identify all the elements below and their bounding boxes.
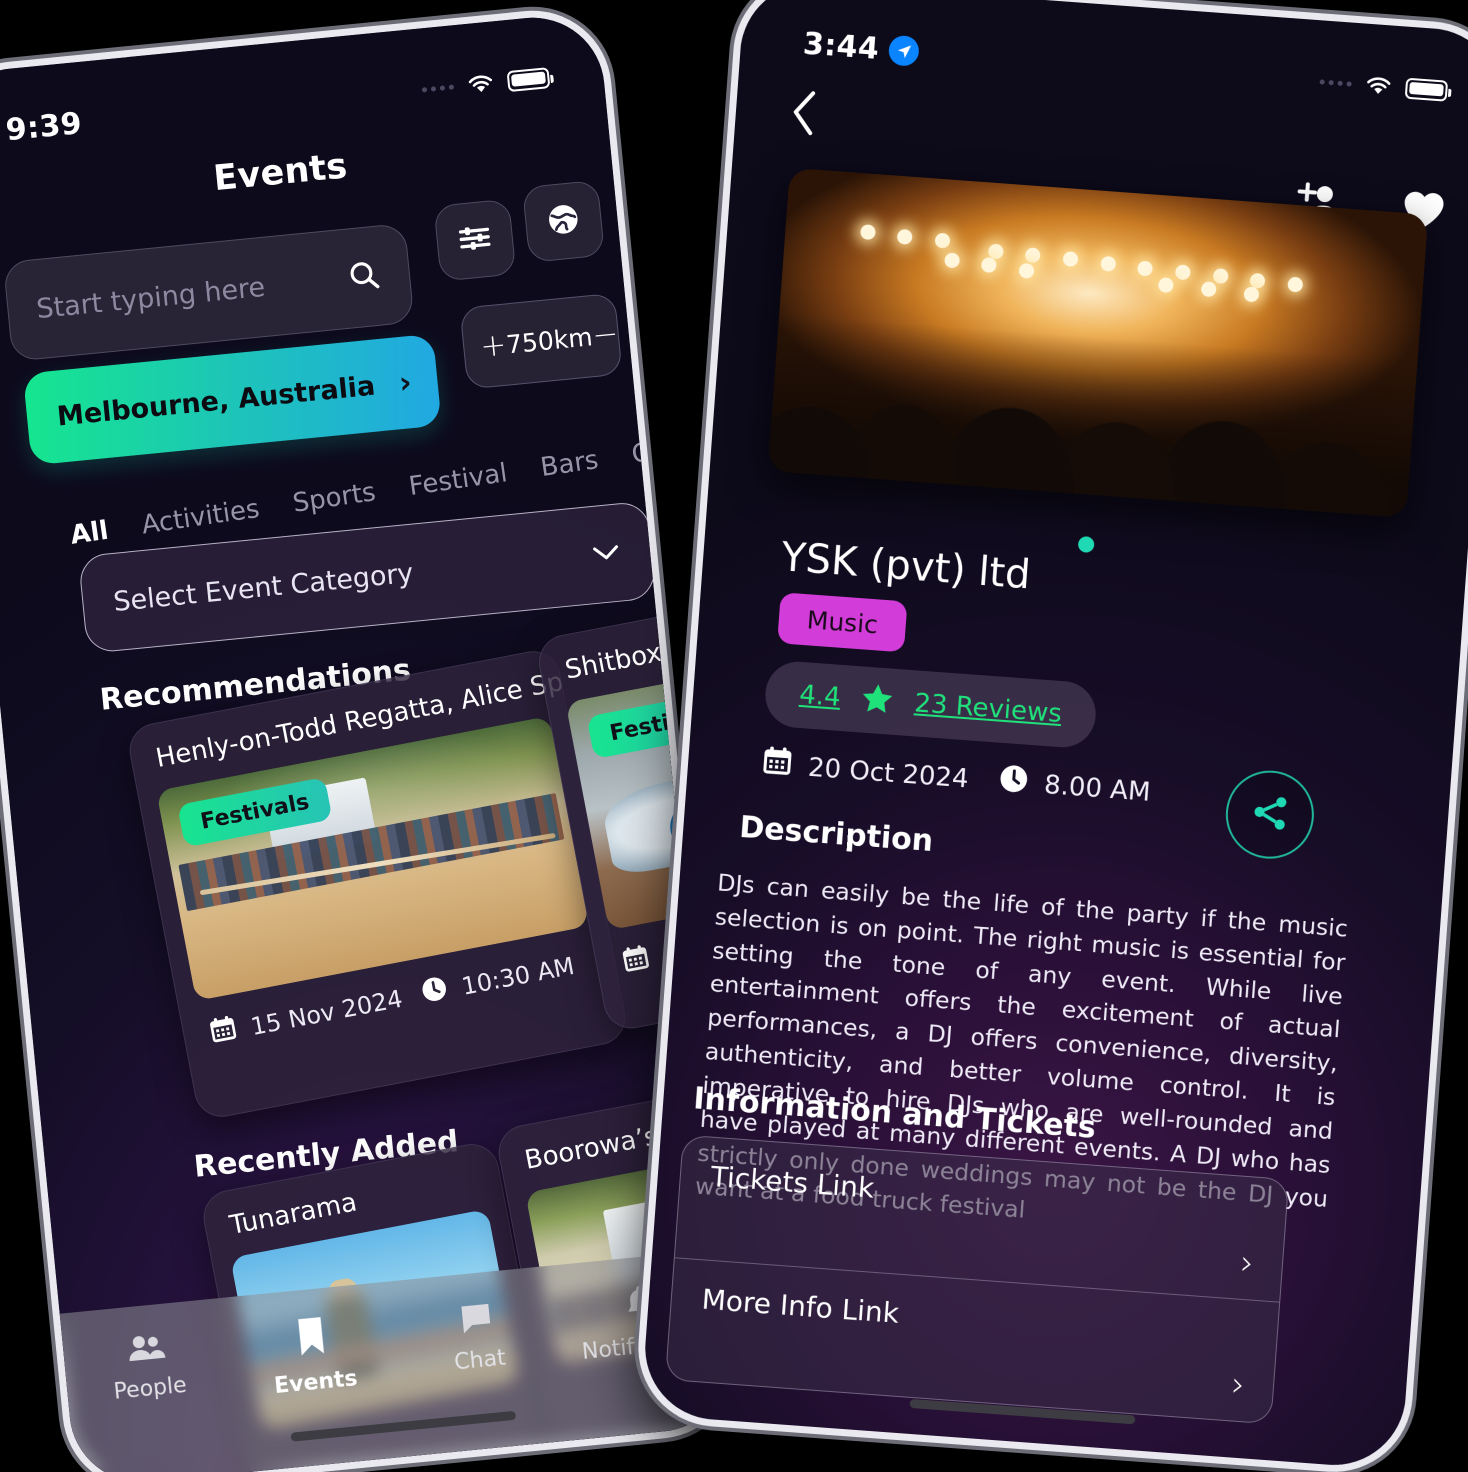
tab-activities[interactable]: Activities bbox=[140, 494, 262, 543]
search-icon[interactable] bbox=[345, 257, 383, 298]
tab-label: Chat bbox=[453, 1345, 507, 1376]
distance-decrease-button[interactable]: − bbox=[591, 315, 620, 353]
battery-icon bbox=[506, 66, 551, 92]
status-time: 9:39 bbox=[4, 105, 84, 148]
chevron-down-icon bbox=[590, 538, 623, 569]
event-time: 8.00 AM bbox=[995, 761, 1152, 813]
back-button[interactable] bbox=[786, 88, 824, 142]
tab-events[interactable]: Events bbox=[235, 1308, 392, 1402]
chevron-right-icon: › bbox=[1229, 1364, 1247, 1406]
search-placeholder: Start typing here bbox=[35, 271, 267, 325]
wifi-icon bbox=[1364, 75, 1393, 97]
event-date-text: 20 Oct 2024 bbox=[807, 752, 970, 794]
right-screen: 3:44 YSK (pvt) ltd Music 4.4 23 Reviews … bbox=[640, 0, 1468, 1470]
event-datetime: 20 Oct 2024 8.00 AM bbox=[759, 743, 1152, 813]
tab-label: People bbox=[112, 1372, 188, 1405]
filter-button[interactable] bbox=[433, 198, 517, 282]
wifi-icon bbox=[466, 72, 496, 95]
event-card-time: 10:30 AM bbox=[416, 948, 577, 1013]
carousel-dot[interactable] bbox=[1077, 535, 1095, 554]
signal-dots-icon bbox=[421, 83, 455, 93]
event-title: YSK (pvt) ltd bbox=[779, 534, 1033, 599]
tab-people[interactable]: People bbox=[70, 1324, 226, 1408]
location-arrow-icon bbox=[888, 34, 921, 67]
event-date: 20 Oct 2024 bbox=[759, 743, 970, 799]
clock-icon bbox=[416, 972, 452, 1013]
chat-bubble-icon bbox=[455, 1297, 497, 1341]
people-icon bbox=[125, 1330, 168, 1370]
rating-value: 4.4 bbox=[798, 679, 842, 713]
location-label: Melbourne, Australia bbox=[55, 370, 377, 433]
signal-dots-icon bbox=[1319, 78, 1352, 87]
calendar-icon bbox=[759, 743, 796, 786]
bottom-tab-bar: People Events Chat bbox=[59, 1249, 736, 1472]
clock-icon bbox=[995, 761, 1032, 804]
event-time-text: 8.00 AM bbox=[1043, 769, 1152, 808]
concert-crowd bbox=[767, 312, 1429, 518]
share-button[interactable] bbox=[1222, 767, 1317, 862]
chevron-right-icon: › bbox=[397, 364, 414, 401]
more-info-link-label: More Info Link bbox=[700, 1282, 901, 1330]
tab-bars[interactable]: Bars bbox=[539, 445, 601, 485]
globe-button[interactable] bbox=[521, 179, 606, 263]
information-links: Tickets Link › More Info Link › bbox=[664, 1134, 1290, 1425]
home-indicator bbox=[290, 1410, 517, 1442]
status-indicators bbox=[421, 66, 551, 100]
status-indicators bbox=[1319, 71, 1449, 102]
rating-pill[interactable]: 4.4 23 Reviews bbox=[763, 659, 1099, 750]
screenshot-stage: 9:39 Events Start typing here Melbourne,… bbox=[0, 0, 1468, 1472]
status-time: 3:44 bbox=[801, 25, 881, 67]
left-screen: 9:39 Events Start typing here Melbourne,… bbox=[0, 11, 736, 1472]
tab-sports[interactable]: Sports bbox=[291, 477, 378, 521]
calendar-icon bbox=[618, 941, 654, 982]
globe-icon bbox=[543, 199, 585, 245]
tab-chat[interactable]: Chat bbox=[399, 1292, 556, 1380]
sliders-icon bbox=[455, 218, 495, 261]
event-card-time-text: 10:30 AM bbox=[459, 951, 577, 1001]
event-category-value: Select Event Category bbox=[111, 557, 415, 618]
status-time-group: 3:44 bbox=[801, 25, 921, 69]
star-icon bbox=[859, 681, 896, 719]
distance-increase-button[interactable]: + bbox=[479, 326, 508, 364]
tab-all[interactable]: All bbox=[69, 516, 111, 553]
distance-stepper[interactable]: + 750km − bbox=[459, 292, 623, 390]
phone-right: 3:44 YSK (pvt) ltd Music 4.4 23 Reviews … bbox=[640, 0, 1468, 1470]
description-heading: Description bbox=[738, 809, 935, 860]
event-card-date-text: 15 Nov 2024 bbox=[248, 984, 405, 1041]
phone-left: 9:39 Events Start typing here Melbourne,… bbox=[0, 11, 736, 1472]
event-category-badge: Music bbox=[777, 592, 908, 653]
reviews-link[interactable]: 23 Reviews bbox=[913, 688, 1062, 729]
share-icon bbox=[1247, 790, 1292, 839]
tab-festival[interactable]: Festival bbox=[407, 458, 510, 504]
tab-concerts[interactable]: Conce bbox=[630, 429, 715, 472]
calendar-icon bbox=[205, 1012, 241, 1053]
bookmark-icon bbox=[292, 1314, 330, 1363]
battery-icon bbox=[1404, 77, 1449, 102]
event-hero-image[interactable] bbox=[767, 167, 1429, 518]
chevron-right-icon: › bbox=[1238, 1242, 1256, 1284]
tickets-link-label: Tickets Link bbox=[709, 1159, 876, 1205]
tab-label: Events bbox=[273, 1366, 359, 1400]
distance-value: 750km bbox=[504, 321, 594, 359]
stage-lights bbox=[845, 221, 1386, 327]
